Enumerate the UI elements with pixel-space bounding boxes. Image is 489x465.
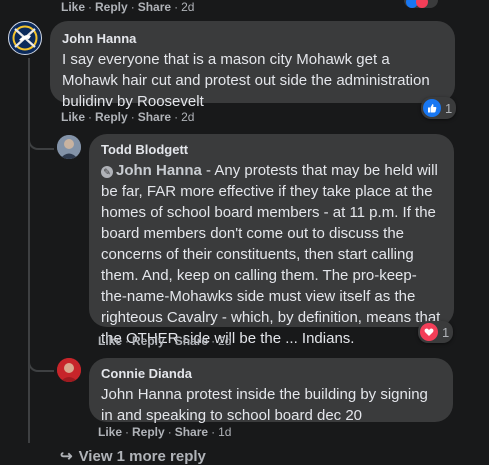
reply2-actions: Like · Reply · Share · 1d	[98, 425, 232, 439]
reply1-actions: Like · Reply · Share · 2d	[98, 334, 232, 348]
thread-line	[28, 58, 30, 443]
like-link[interactable]: Like	[61, 110, 85, 124]
share-link[interactable]: Share	[138, 110, 171, 124]
comment-text: John Hanna protest inside the building b…	[101, 386, 428, 424]
like-link[interactable]: Like	[98, 334, 122, 348]
reply-link[interactable]: Reply	[132, 425, 165, 439]
comment-bubble-todd-blodgett: Todd Blodgett ✎ John Hanna - Any protests…	[89, 134, 454, 347]
reply-body: - Any protests that may be held will be …	[101, 162, 441, 347]
comment-bubble-john-hanna: John Hanna I say everyone that is a maso…	[50, 21, 455, 110]
comment-author[interactable]: Connie Dianda	[101, 366, 441, 382]
prev-comment-actions: Like · Reply · Share · 2d	[61, 0, 195, 14]
reply-link[interactable]: Reply	[95, 0, 128, 14]
avatar-todd-blodgett[interactable]	[57, 135, 81, 159]
person-photo-icon	[57, 358, 81, 382]
like-link[interactable]: Like	[61, 0, 85, 14]
comment-author[interactable]: Todd Blodgett	[101, 142, 442, 158]
comment-author[interactable]: John Hanna	[62, 31, 443, 47]
love-reaction-icon	[416, 0, 428, 8]
comment1-reactions[interactable]: 1	[421, 97, 457, 119]
like-icon	[423, 99, 441, 117]
timestamp[interactable]: 1d	[218, 425, 231, 439]
reply1-reactions[interactable]: 1	[418, 321, 454, 343]
view-more-replies-button[interactable]: ↪ View 1 more reply	[60, 447, 206, 465]
share-link[interactable]: Share	[138, 0, 171, 14]
mention-link[interactable]: John Hanna	[116, 162, 202, 179]
share-link[interactable]: Share	[175, 334, 208, 348]
comment-text: I say everyone that is a mason city Moha…	[62, 51, 430, 110]
reply-arrow-icon: ↪	[60, 448, 73, 465]
share-link[interactable]: Share	[175, 425, 208, 439]
mention-icon: ✎	[101, 166, 113, 178]
view-more-label: View 1 more reply	[78, 448, 206, 465]
prev-reactions[interactable]	[404, 0, 438, 8]
person-photo-icon	[57, 135, 81, 159]
reply-connector	[28, 356, 54, 372]
reaction-count: 1	[445, 100, 453, 116]
avatar-john-hanna[interactable]	[8, 21, 42, 55]
love-icon	[420, 323, 438, 341]
comment-text: ✎ John Hanna - Any protests that may be h…	[101, 160, 442, 349]
reaction-count: 1	[442, 324, 450, 340]
avatar-connie-dianda[interactable]	[57, 358, 81, 382]
like-link[interactable]: Like	[98, 425, 122, 439]
reply-link[interactable]: Reply	[95, 110, 128, 124]
timestamp[interactable]: 2d	[218, 334, 231, 348]
reply-link[interactable]: Reply	[132, 334, 165, 348]
sabres-logo-icon	[10, 23, 40, 53]
timestamp[interactable]: 2d	[181, 110, 194, 124]
timestamp[interactable]: 2d	[181, 0, 194, 14]
comment-bubble-connie-dianda: Connie Dianda John Hanna protest inside …	[89, 358, 453, 424]
reply-connector	[28, 134, 54, 150]
comment1-actions: Like · Reply · Share · 2d	[61, 110, 195, 124]
